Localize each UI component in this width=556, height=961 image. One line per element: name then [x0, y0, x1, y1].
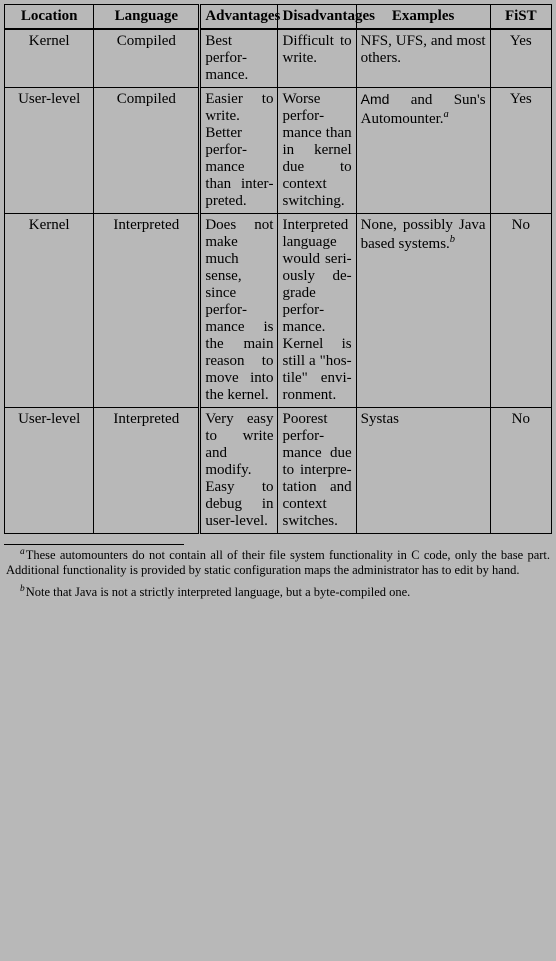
footnote-b-text: Note that Java is not a strictly interpr…: [26, 585, 411, 599]
header-disadvantages: Disadvantages: [278, 5, 356, 30]
cell-fist: No: [490, 214, 551, 408]
cell-advantages: Very easy to write and modify. Easy to d…: [200, 408, 278, 534]
cell-examples: None, possibly Java based sys­tems.b: [356, 214, 490, 408]
comparison-table: Location Language Advantages Disadvantag…: [4, 4, 552, 534]
cell-language: Interpreted: [94, 408, 200, 534]
table-header-row: Location Language Advantages Disadvantag…: [5, 5, 552, 30]
table-row: Kernel Compiled Best perfor­mance. Diffi…: [5, 29, 552, 88]
footnote-a: aThese automounters do not contain all o…: [0, 547, 556, 584]
footnote-b: bNote that Java is not a strictly interp…: [0, 584, 556, 606]
cell-language: Compiled: [94, 29, 200, 88]
cell-advantages: Does not make much sense, since perfor­m…: [200, 214, 278, 408]
cell-location: User-level: [5, 408, 94, 534]
table-row: User-level Interpreted Very easy to writ…: [5, 408, 552, 534]
cell-examples: NFS, UFS, and most others.: [356, 29, 490, 88]
cell-location: Kernel: [5, 214, 94, 408]
header-fist: FiST: [490, 5, 551, 30]
cell-disadvantages: Interpreted lan­guage would seri­ously d…: [278, 214, 356, 408]
cell-fist: Yes: [490, 88, 551, 214]
cell-examples: Systas: [356, 408, 490, 534]
cell-disadvantages: Poorest perfor­mance due to inter­pre­ta…: [278, 408, 356, 534]
header-examples: Examples: [356, 5, 490, 30]
cell-disadvantages: Worse perfor­mance than in kernel due to…: [278, 88, 356, 214]
cell-location: User-level: [5, 88, 94, 214]
footnote-ref-a: a: [444, 109, 449, 120]
examples-text: None, possibly Java based sys­tems.: [361, 217, 486, 252]
footnote-ref-b: b: [450, 234, 455, 245]
cell-disadvantages: Difficult to write.: [278, 29, 356, 88]
cell-language: Compiled: [94, 88, 200, 214]
footnote-marker-a: a: [20, 547, 25, 557]
footnote-marker-b: b: [20, 584, 25, 594]
cell-examples: Amd and Sun's Automounter.a: [356, 88, 490, 214]
footnote-a-text: These automounters do not contain all of…: [6, 548, 550, 577]
cell-location: Kernel: [5, 29, 94, 88]
amd-label: Amd: [361, 91, 390, 107]
cell-fist: No: [490, 408, 551, 534]
table-row: User-level Compiled Easier to write. Bet…: [5, 88, 552, 214]
cell-advantages: Best perfor­mance.: [200, 29, 278, 88]
comparison-table-wrap: Location Language Advantages Disadvantag…: [0, 0, 556, 538]
header-advantages: Advantages: [200, 5, 278, 30]
cell-fist: Yes: [490, 29, 551, 88]
header-location: Location: [5, 5, 94, 30]
table-row: Kernel Interpreted Does not make much se…: [5, 214, 552, 408]
header-language: Language: [94, 5, 200, 30]
cell-language: Interpreted: [94, 214, 200, 408]
cell-advantages: Easier to write. Better perfor­mance tha…: [200, 88, 278, 214]
